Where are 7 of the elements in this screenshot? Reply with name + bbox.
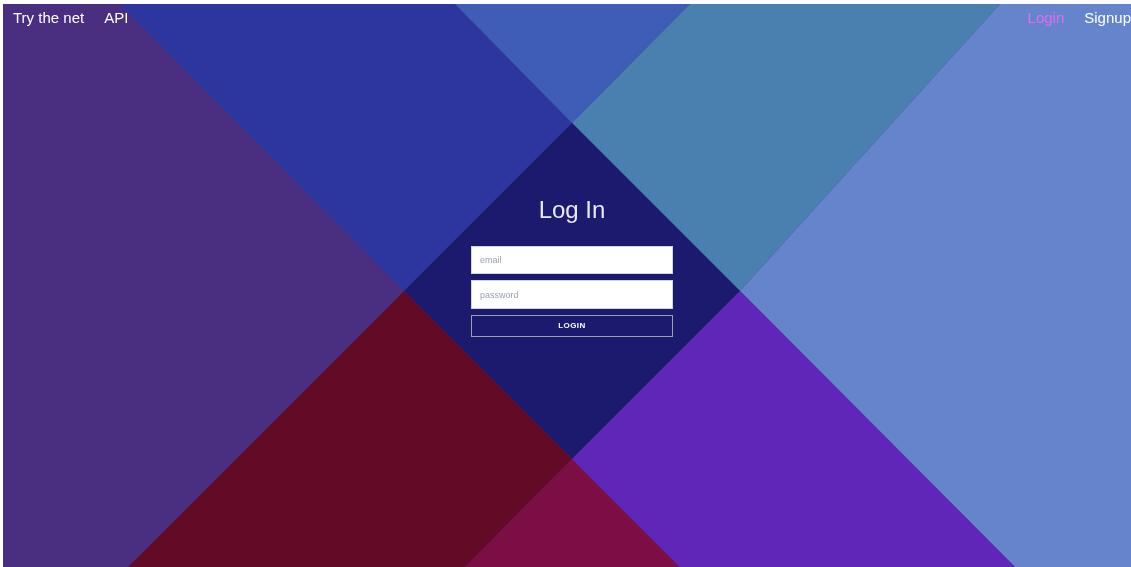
- nav-link[interactable]: Signup: [1084, 6, 1131, 30]
- nav-link[interactable]: API: [104, 6, 129, 30]
- email-field[interactable]: email: [471, 246, 673, 274]
- login-button[interactable]: LOGIN: [471, 315, 673, 337]
- form-title: Log In: [538, 195, 606, 225]
- nav-link[interactable]: Try the net: [13, 6, 85, 30]
- password-field[interactable]: password: [471, 280, 673, 309]
